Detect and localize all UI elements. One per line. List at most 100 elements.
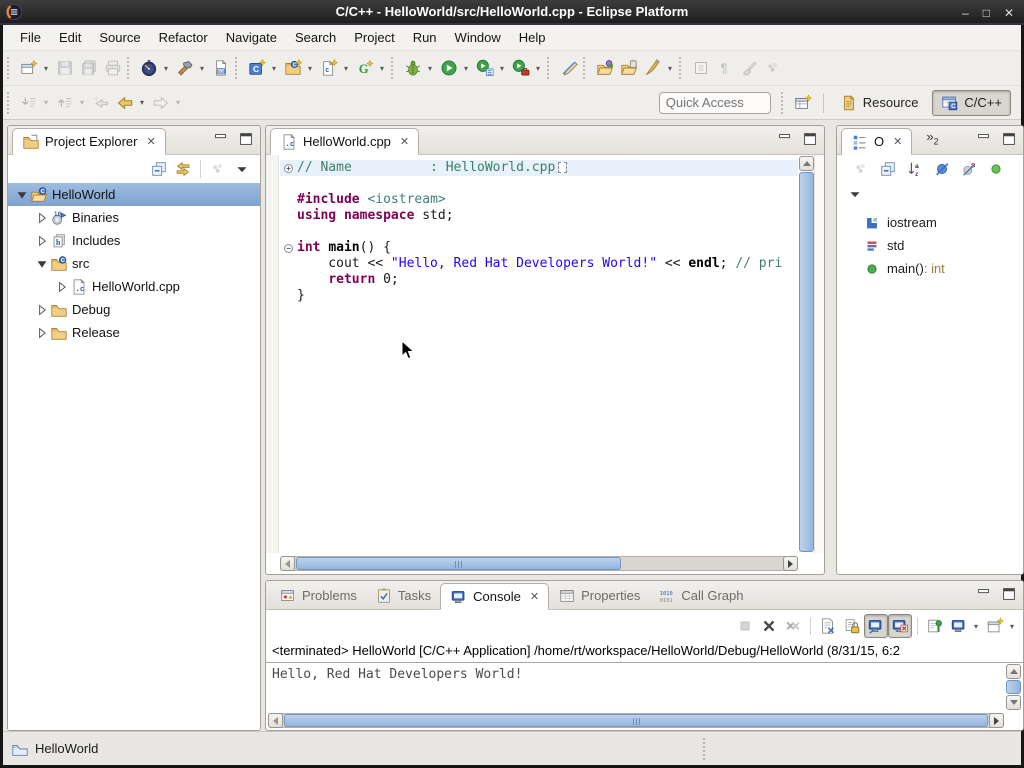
build-hammer-dropdown-icon[interactable]: ▾ — [197, 64, 207, 73]
hide-static-icon[interactable]: S — [957, 157, 981, 181]
build-hammer-icon[interactable] — [173, 56, 197, 80]
tab-console[interactable]: Console✕ — [440, 583, 549, 610]
mark-occurrences-icon[interactable] — [557, 56, 581, 80]
minimize-window-icon[interactable]: – — [962, 6, 969, 20]
scroll-left-icon[interactable] — [280, 556, 295, 571]
fold-expand-icon[interactable]: + — [280, 160, 297, 176]
scrollbar-thumb[interactable] — [1006, 680, 1021, 694]
fold-collapse-icon[interactable]: − — [280, 240, 297, 256]
pin-console-icon[interactable] — [923, 614, 947, 638]
new-c-project-icon[interactable]: C — [245, 56, 269, 80]
open-element-icon[interactable] — [593, 56, 617, 80]
scrollbar-thumb[interactable] — [296, 557, 621, 570]
toolbar-drag-handle[interactable] — [7, 57, 13, 79]
code-editor[interactable]: +// Name : HelloWorld.cpp#include <iostr… — [266, 155, 824, 553]
tree-item-binaries[interactable]: 10Binaries — [8, 206, 260, 229]
expand-arrow-icon[interactable] — [34, 325, 50, 341]
run-history-icon[interactable] — [473, 56, 497, 80]
maximize-view-icon[interactable] — [1000, 586, 1018, 602]
code-line-2[interactable] — [280, 176, 798, 192]
scroll-left-icon[interactable] — [268, 713, 283, 728]
menu-navigate[interactable]: Navigate — [217, 27, 286, 48]
scroll-right-icon[interactable] — [989, 713, 1004, 728]
run-history-dropdown-icon[interactable]: ▾ — [497, 64, 507, 73]
perspective-cc[interactable]: CC/C++ — [932, 90, 1011, 116]
menu-help[interactable]: Help — [510, 27, 555, 48]
code-line-9[interactable]: } — [280, 288, 798, 304]
back-icon[interactable] — [113, 91, 137, 115]
menu-file[interactable]: File — [11, 27, 50, 48]
tree-item-debug[interactable]: Debug — [8, 298, 260, 321]
collapse-all-icon[interactable] — [876, 157, 900, 181]
scrollbar-thumb[interactable] — [799, 172, 814, 552]
editor-horizontal-scrollbar[interactable] — [280, 556, 798, 571]
back-dropdown-icon[interactable]: ▾ — [137, 98, 147, 107]
gold-pen-dropdown-icon[interactable]: ▾ — [665, 64, 675, 73]
minimize-view-icon[interactable] — [975, 586, 993, 602]
perspective-resource[interactable]: Resource — [832, 91, 927, 115]
tree-item-includes[interactable]: hIncludes — [8, 229, 260, 252]
close-icon[interactable]: ✕ — [400, 135, 409, 148]
tab-properties[interactable]: Properties — [549, 582, 649, 609]
close-icon[interactable]: ✕ — [146, 135, 155, 148]
remove-launch-icon[interactable] — [757, 614, 781, 638]
new-wizard-icon[interactable] — [17, 56, 41, 80]
quick-access-input[interactable] — [659, 92, 771, 114]
code-line-5[interactable] — [280, 224, 798, 240]
menu-search[interactable]: Search — [286, 27, 345, 48]
close-icon[interactable]: ✕ — [893, 135, 902, 148]
expand-arrow-icon[interactable] — [34, 233, 50, 249]
new-c-file-dropdown-icon[interactable]: ▾ — [341, 64, 351, 73]
expand-arrow-icon[interactable] — [54, 279, 70, 295]
new-cpp-project-icon[interactable]: C — [281, 56, 305, 80]
gprof-dropdown-icon[interactable]: ▾ — [377, 64, 387, 73]
toolbar-drag-handle[interactable] — [391, 57, 397, 79]
new-wizard-dropdown-icon[interactable]: ▾ — [41, 64, 51, 73]
maximize-window-icon[interactable]: □ — [983, 6, 990, 20]
binary-file-icon[interactable]: 010 — [209, 56, 233, 80]
menu-edit[interactable]: Edit — [50, 27, 90, 48]
gold-pen-icon[interactable] — [641, 56, 665, 80]
code-line-4[interactable]: using namespace std; — [280, 208, 798, 224]
code-line-3[interactable]: #include <iostream> — [280, 192, 798, 208]
maximize-view-icon[interactable] — [801, 131, 819, 147]
menu-refactor[interactable]: Refactor — [150, 27, 217, 48]
code-line-8[interactable]: return 0; — [280, 272, 798, 288]
display-console-dropdown-icon[interactable]: ▾ — [971, 622, 981, 631]
toolbar-drag-handle[interactable] — [583, 57, 589, 79]
open-task-icon[interactable] — [617, 56, 641, 80]
outline-item-iostream[interactable]: iostream — [837, 211, 1023, 234]
scroll-up-icon[interactable] — [799, 156, 814, 171]
profile-run-icon[interactable] — [509, 56, 533, 80]
minimize-view-icon[interactable] — [776, 131, 794, 147]
collapse-arrow-icon[interactable] — [34, 256, 50, 272]
tab-problems[interactable]: Problems — [270, 582, 366, 609]
show-public-icon[interactable] — [984, 157, 1008, 181]
tree-item-helloworld-cpp[interactable]: .cHelloWorld.cpp — [8, 275, 260, 298]
outline-item-main[interactable]: main() : int — [837, 257, 1023, 280]
toolbar-drag-handle[interactable] — [235, 57, 241, 79]
expand-arrow-icon[interactable] — [34, 302, 50, 318]
open-perspective-button[interactable] — [791, 91, 815, 115]
scroll-lock-icon[interactable] — [840, 614, 864, 638]
collapse-all-icon[interactable] — [147, 157, 171, 181]
tab-call-graph[interactable]: 10100101Call Graph — [649, 582, 752, 609]
expand-arrow-icon[interactable] — [34, 210, 50, 226]
close-icon[interactable]: ✕ — [530, 590, 539, 603]
hide-fields-icon[interactable] — [930, 157, 954, 181]
tree-item-release[interactable]: Release — [8, 321, 260, 344]
toolbar-drag-handle[interactable] — [127, 57, 133, 79]
scroll-right-icon[interactable] — [783, 556, 798, 571]
sort-az-icon[interactable]: az — [903, 157, 927, 181]
new-c-file-icon[interactable]: c — [317, 56, 341, 80]
open-console-dropdown-icon[interactable]: ▾ — [1007, 622, 1017, 631]
maximize-view-icon[interactable] — [1000, 131, 1018, 147]
display-console-icon[interactable] — [947, 614, 971, 638]
tab-helloworld-cpp[interactable]: .c HelloWorld.cpp ✕ — [270, 128, 419, 155]
minimize-view-icon[interactable] — [975, 131, 993, 147]
outline-item-std[interactable]: std — [837, 234, 1023, 257]
menu-project[interactable]: Project — [345, 27, 403, 48]
menu-window[interactable]: Window — [446, 27, 510, 48]
tab-outline[interactable]: O ✕ — [841, 128, 912, 155]
debug-bug-icon[interactable] — [401, 56, 425, 80]
